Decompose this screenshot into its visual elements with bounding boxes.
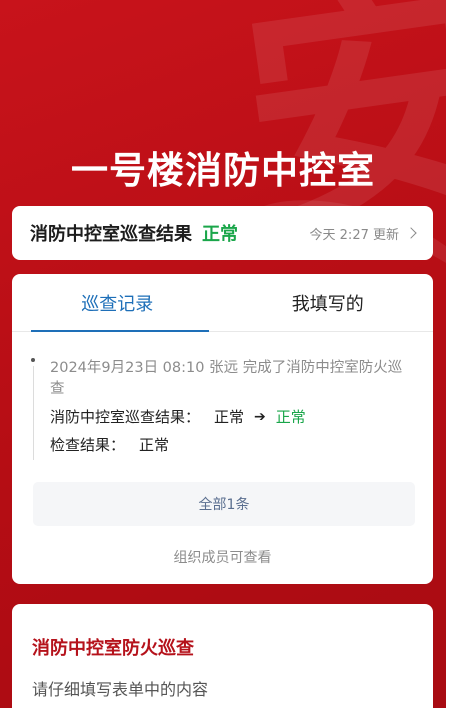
change-to-value: 正常 xyxy=(275,408,306,426)
form-card[interactable]: 消防中控室防火巡查 请仔细填写表单中的内容 xyxy=(12,604,433,708)
change-label: 消防中控室巡查结果： xyxy=(50,408,201,426)
edge-strip xyxy=(446,0,452,708)
records-card: 巡查记录 我填写的 2024年9月23日 08:10 张远 完成了消防中控室防火… xyxy=(12,274,433,584)
visibility-note: 组织成员可查看 xyxy=(173,550,272,566)
form-title: 消防中控室防火巡查 xyxy=(32,638,194,659)
status-summary-card[interactable]: 消防中控室巡查结果 正常 今天 2:27 更新 xyxy=(12,206,433,260)
check-label: 检查结果： xyxy=(50,436,126,454)
updated-text: 今天 2:27 更新 xyxy=(309,227,399,243)
status-label: 消防中控室巡查结果 xyxy=(30,224,192,245)
tab-bar: 巡查记录 我填写的 xyxy=(12,274,433,332)
timeline-item: 2024年9月23日 08:10 张远 完成了消防中控室防火巡查 消防中控室巡查… xyxy=(31,358,412,460)
record-change-row: 消防中控室巡查结果： 正常 ➔ 正常 xyxy=(32,406,412,428)
record-header: 2024年9月23日 08:10 张远 完成了消防中控室防火巡查 xyxy=(50,360,403,397)
record-check-row: 检查结果： 正常 xyxy=(32,434,412,456)
tab-inspection-records[interactable]: 巡查记录 xyxy=(12,274,223,331)
timeline-dot xyxy=(31,358,35,362)
chevron-right-icon xyxy=(405,227,417,239)
status-value: 正常 xyxy=(202,224,238,245)
status-updated-meta: 今天 2:27 更新 xyxy=(309,224,417,243)
check-value: 正常 xyxy=(139,436,170,454)
view-all-button[interactable]: 全部1条 xyxy=(33,482,415,526)
tab-my-submissions[interactable]: 我填写的 xyxy=(223,274,434,331)
active-tab-indicator xyxy=(31,330,209,332)
form-subtitle: 请仔细填写表单中的内容 xyxy=(32,680,209,699)
arrow-right-icon: ➔ xyxy=(254,409,266,425)
timeline-line xyxy=(32,366,34,460)
page-title: 一号楼消防中控室 xyxy=(71,149,375,192)
change-from-value: 正常 xyxy=(214,408,245,426)
